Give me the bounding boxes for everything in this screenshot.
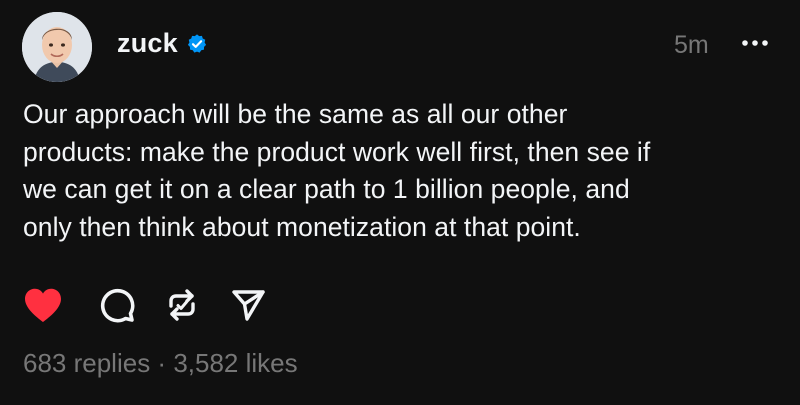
like-button[interactable] <box>22 284 64 326</box>
post-stats: 683 replies · 3,582 likes <box>23 348 298 379</box>
reply-button[interactable] <box>96 284 138 326</box>
send-icon <box>232 290 265 321</box>
more-options-icon <box>742 40 768 46</box>
avatar-image <box>22 12 92 82</box>
post-text: Our approach will be the same as all our… <box>23 99 651 242</box>
author-row: zuck <box>117 28 208 59</box>
verified-badge-icon <box>187 33 206 53</box>
likes-count[interactable]: 3,582 likes <box>173 348 297 378</box>
author-username[interactable]: zuck <box>117 28 178 59</box>
repost-button[interactable] <box>161 284 203 326</box>
comment-icon <box>100 288 135 323</box>
author-avatar[interactable] <box>22 12 92 82</box>
repost-icon <box>169 289 195 321</box>
post-timestamp: 5m <box>674 31 709 59</box>
heart-icon <box>25 288 61 322</box>
stats-separator: · <box>150 348 174 378</box>
share-button[interactable] <box>227 284 269 326</box>
more-options-button[interactable] <box>738 28 772 58</box>
thread-post: zuck 5m Our approach will be the same as… <box>0 0 800 405</box>
replies-count[interactable]: 683 replies <box>23 348 150 378</box>
